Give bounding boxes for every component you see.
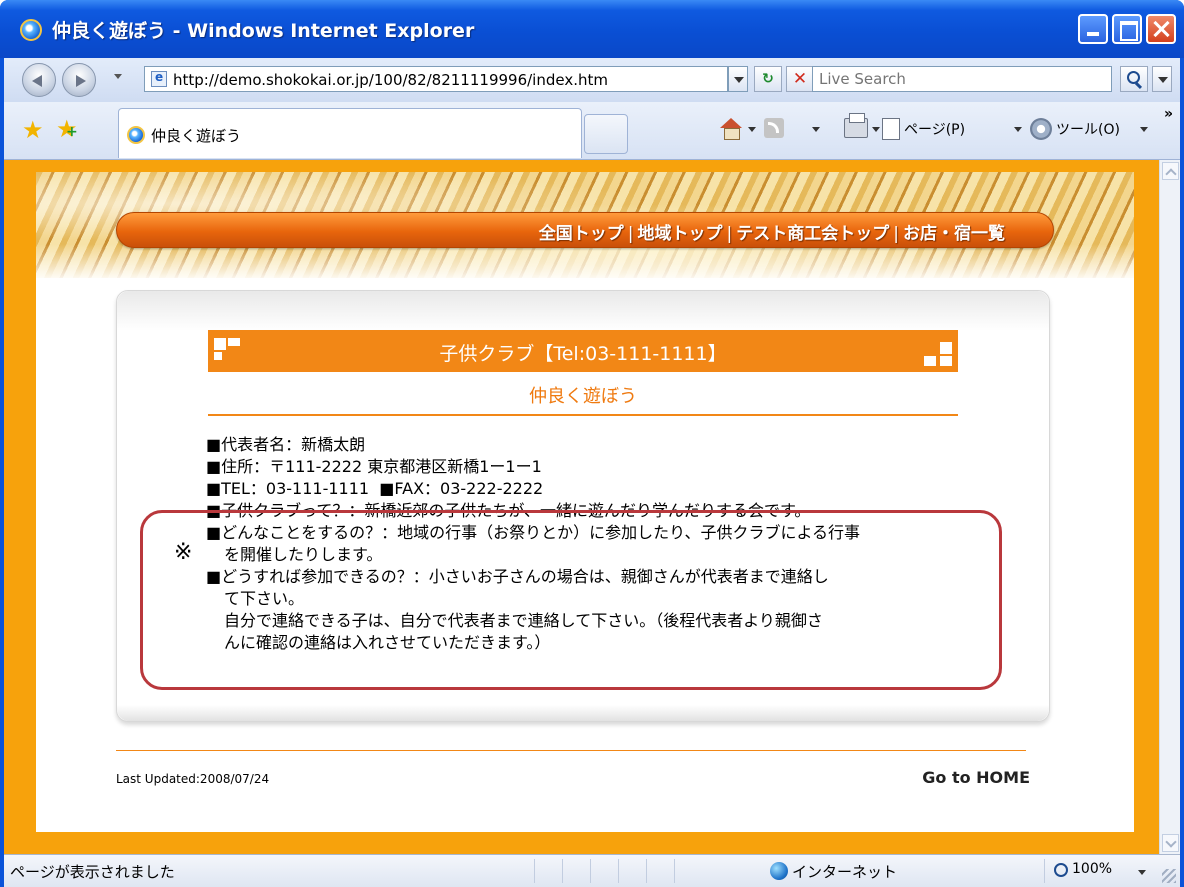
title-bar: 仲良く遊ぼう - Windows Internet Explorer <box>0 0 1184 58</box>
print-dropdown-icon[interactable] <box>872 127 880 132</box>
refresh-button[interactable]: ↻ <box>754 66 782 92</box>
last-updated: Last Updated:2008/07/24 <box>116 772 270 786</box>
vertical-scrollbar[interactable] <box>1159 160 1180 854</box>
info-tel: ■TEL：03-111-1111 <box>206 479 370 498</box>
stop-button[interactable]: ✕ <box>786 66 814 92</box>
home-dropdown-icon[interactable] <box>748 127 756 132</box>
page-subtitle: 仲良く遊ぼう <box>529 386 637 407</box>
page-icon <box>151 70 167 87</box>
home-icon[interactable] <box>720 118 742 140</box>
info-phone-fax: ■TEL：03-111-1111 ■FAX：03-222-2222 <box>206 478 976 500</box>
status-cell <box>534 859 560 883</box>
nav-link-shop-list[interactable]: お店・宿一覧 <box>903 224 1005 244</box>
close-button[interactable] <box>1146 14 1176 44</box>
history-dropdown-icon[interactable] <box>114 74 122 79</box>
status-cell <box>562 859 588 883</box>
address-bar[interactable]: http://demo.shokokai.or.jp/100/82/821111… <box>144 66 728 92</box>
page-dropdown-icon[interactable] <box>1014 127 1022 132</box>
address-dropdown-button[interactable] <box>728 66 748 92</box>
browser-tab[interactable]: 仲良く遊ぼう <box>118 108 582 158</box>
scroll-down-button[interactable] <box>1162 834 1179 852</box>
status-cell <box>674 859 700 883</box>
window-title: 仲良く遊ぼう - Windows Internet Explorer <box>52 20 475 42</box>
chevron-more-icon[interactable]: » <box>1164 106 1173 122</box>
nav-links: 全国トップ | 地域トップ | テスト商工会トップ | お店・宿一覧 <box>539 219 1005 244</box>
status-text: ページが表示されました <box>10 863 175 881</box>
site-navigation: 全国トップ | 地域トップ | テスト商工会トップ | お店・宿一覧 <box>116 212 1054 248</box>
new-tab-button[interactable] <box>584 114 628 154</box>
tools-menu-label[interactable]: ツール(O) <box>1056 119 1120 139</box>
nav-separator: | <box>726 224 733 244</box>
tab-bar: ★ ★ 仲良く遊ぼう ページ(P) ツール(O) » <box>4 102 1180 160</box>
search-dropdown-button[interactable] <box>1152 66 1172 92</box>
back-button[interactable] <box>22 63 56 97</box>
nav-separator: | <box>627 224 634 244</box>
info-fax: ■FAX：03-222-2222 <box>379 479 544 498</box>
nav-link-region-top[interactable]: 地域トップ <box>638 224 723 244</box>
browser-window: 仲良く遊ぼう - Windows Internet Explorer http:… <box>0 0 1184 887</box>
nav-separator: | <box>893 224 899 244</box>
zoom-dropdown-icon[interactable] <box>1138 870 1146 875</box>
feed-dropdown-icon[interactable] <box>812 127 820 132</box>
banner-fade <box>36 244 1134 278</box>
zoom-level[interactable]: 100% <box>1072 861 1112 877</box>
card-bottom-shade <box>117 705 1049 721</box>
nav-link-association-top[interactable]: テスト商工会トップ <box>736 224 889 244</box>
page-menu-label[interactable]: ページ(P) <box>904 119 965 139</box>
feed-icon[interactable] <box>764 118 784 138</box>
page-menu-icon[interactable] <box>882 118 900 140</box>
navigation-bar: http://demo.shokokai.or.jp/100/82/821111… <box>4 58 1180 102</box>
ie-logo-icon <box>20 19 42 41</box>
card-top-shade <box>117 291 1049 331</box>
search-box[interactable] <box>812 66 1112 92</box>
resize-grip-icon[interactable] <box>1162 869 1176 883</box>
zoom-icon[interactable] <box>1054 863 1068 877</box>
go-to-home-link[interactable]: Go to HOME <box>922 768 1030 787</box>
tab-label: 仲良く遊ぼう <box>151 127 242 145</box>
status-cell <box>646 859 672 883</box>
tools-gear-icon[interactable] <box>1030 118 1052 140</box>
security-zone: インターネット <box>792 863 898 881</box>
add-favorites-icon[interactable]: ★ <box>56 117 78 141</box>
search-input[interactable] <box>813 67 1111 91</box>
highlight-box <box>140 510 1002 690</box>
info-representative: ■代表者名：新橋太朗 <box>206 435 366 454</box>
footer-divider <box>116 750 1026 751</box>
search-button[interactable] <box>1120 66 1148 92</box>
page-viewport: 全国トップ | 地域トップ | テスト商工会トップ | お店・宿一覧 子供クラブ【Tel:0… <box>4 160 1159 854</box>
divider <box>208 414 958 416</box>
tab-ie-icon <box>127 126 145 144</box>
forward-button[interactable] <box>62 63 96 97</box>
address-url[interactable]: http://demo.shokokai.or.jp/100/82/821111… <box>173 71 608 89</box>
heading-bar: 子供クラブ【Tel:03-111-1111】 <box>208 330 958 372</box>
status-cell <box>590 859 616 883</box>
tools-dropdown-icon[interactable] <box>1140 127 1148 132</box>
favorites-star-icon[interactable]: ★ <box>22 118 44 142</box>
page-title: 子供クラブ【Tel:03-111-1111】 <box>439 343 727 365</box>
status-bar: ページが表示されました インターネット 100% <box>4 854 1180 887</box>
page-content: 全国トップ | 地域トップ | テスト商工会トップ | お店・宿一覧 子供クラブ【Tel:0… <box>36 172 1134 832</box>
scroll-up-button[interactable] <box>1162 162 1179 180</box>
status-cell <box>618 859 644 883</box>
nav-link-national-top[interactable]: 全国トップ <box>539 224 624 244</box>
minimize-button[interactable] <box>1078 14 1108 44</box>
internet-zone-icon <box>770 862 788 880</box>
maximize-button[interactable] <box>1112 14 1142 44</box>
print-icon[interactable] <box>844 113 868 138</box>
info-address: ■住所：〒111-2222 東京都港区新橋1ー1ー1 <box>206 457 542 476</box>
